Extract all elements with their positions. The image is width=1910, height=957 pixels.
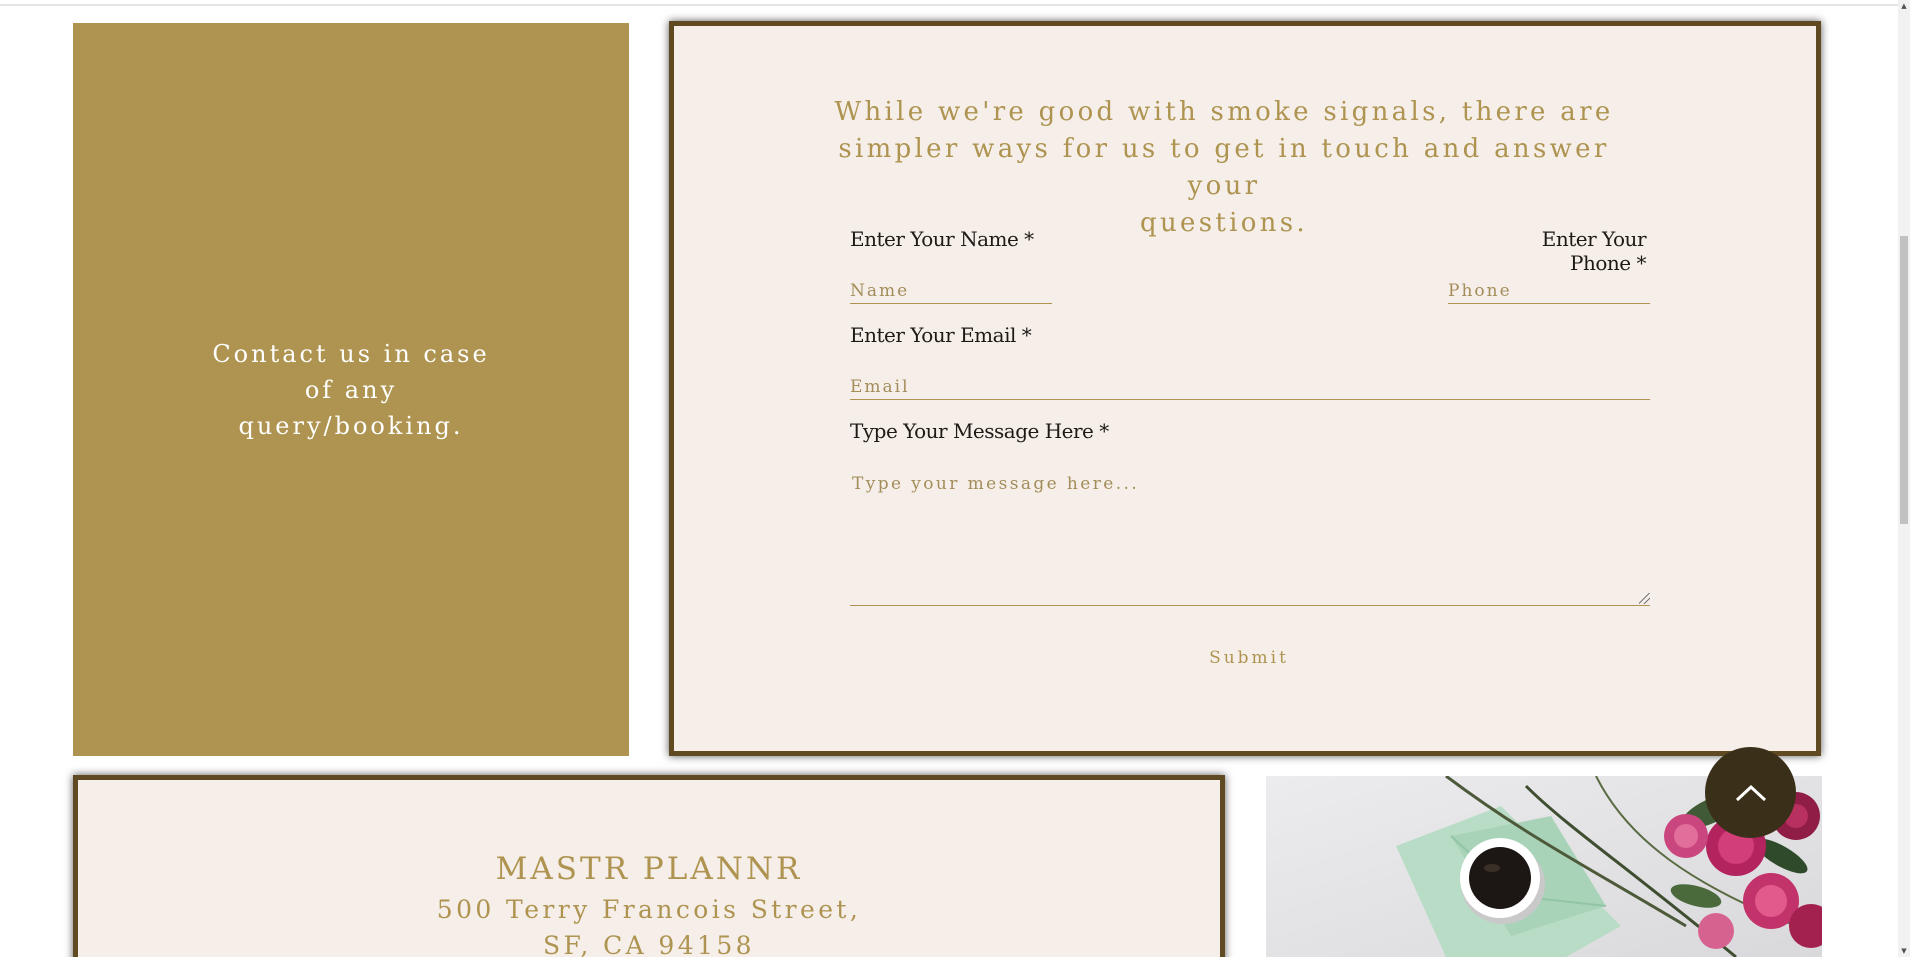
message-label: Type Your Message Here * [850, 419, 1109, 443]
brand-name: MASTR PLANNR [495, 851, 803, 887]
address-street: 500 Terry Francois Street, [436, 895, 862, 924]
resize-handle-icon[interactable] [1639, 593, 1650, 604]
contact-callout-line: Contact us in case [212, 339, 490, 368]
vertical-scrollbar[interactable]: ▲ ▼ [1898, 0, 1910, 957]
contact-callout-panel: Contact us in case of any query/booking. [73, 23, 629, 756]
email-label: Enter Your Email * [850, 323, 1032, 347]
back-to-top-button[interactable] [1705, 747, 1796, 838]
message-placeholder: Type your message here... [852, 474, 1140, 494]
scrollbar-thumb[interactable] [1900, 236, 1908, 524]
contact-callout-text: Contact us in case of any query/booking. [201, 336, 501, 444]
contact-callout-line: query/booking. [238, 411, 464, 440]
message-textarea[interactable]: Type your message here... [850, 466, 1650, 606]
chevron-up-icon [1735, 784, 1766, 801]
email-input[interactable]: Email [850, 374, 1650, 400]
phone-placeholder: Phone [1448, 281, 1512, 301]
header-divider [0, 4, 1898, 6]
scroll-up-arrow-icon[interactable]: ▲ [1900, 1, 1908, 11]
address-city: SF, CA 94158 [543, 931, 755, 957]
email-placeholder: Email [850, 377, 910, 397]
scroll-down-arrow-icon[interactable]: ▼ [1900, 946, 1908, 956]
submit-button[interactable]: Submit [1194, 648, 1304, 668]
name-input[interactable]: Name [850, 278, 1052, 304]
form-heading: While we're good with smoke signals, the… [824, 94, 1624, 242]
address-card: MASTR PLANNR 500 Terry Francois Street, … [73, 775, 1225, 957]
contact-form-card: While we're good with smoke signals, the… [669, 21, 1821, 756]
form-heading-line: While we're good with smoke signals, the… [834, 97, 1614, 127]
phone-label: Enter Your Phone * [1541, 227, 1647, 275]
phone-input[interactable]: Phone [1448, 278, 1650, 304]
name-label: Enter Your Name * [850, 227, 1034, 251]
name-placeholder: Name [850, 281, 910, 301]
form-heading-line: simpler ways for us to get in touch and … [838, 134, 1610, 201]
contact-callout-line: of any [304, 375, 398, 404]
